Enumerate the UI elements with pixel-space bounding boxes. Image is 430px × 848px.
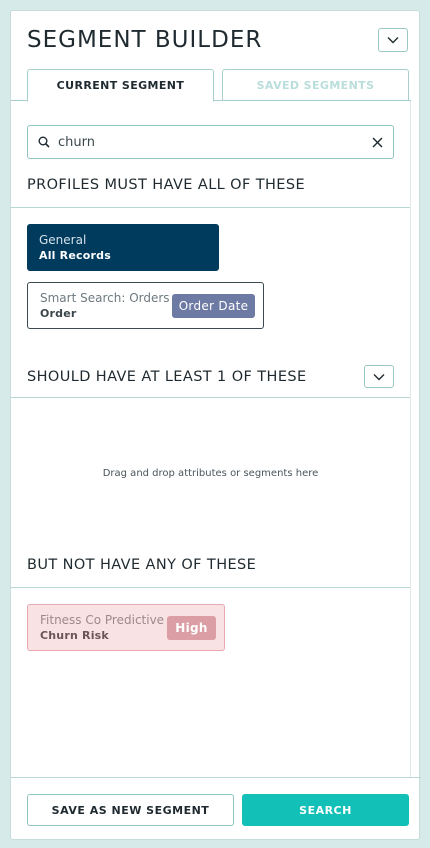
scrollbar[interactable]	[410, 101, 411, 777]
chevron-down-icon	[373, 373, 385, 380]
search-input[interactable]	[58, 132, 358, 152]
tab-saved-segments[interactable]: SAVED SEGMENTS	[222, 69, 409, 101]
dropzone-placeholder[interactable]: Drag and drop attributes or segments her…	[11, 468, 410, 479]
order-date-pill[interactable]: Order Date	[172, 294, 255, 318]
segment-card-orders[interactable]: Smart Search: Orders Order Order Date	[27, 282, 264, 329]
page-title: SEGMENT BUILDER	[27, 27, 263, 53]
collapse-should-button[interactable]	[364, 365, 394, 388]
segment-card-churn-risk[interactable]: Fitness Co Predictive Churn Risk High	[27, 604, 225, 651]
save-as-new-segment-button[interactable]: SAVE AS NEW SEGMENT	[27, 794, 234, 826]
section-title-must: PROFILES MUST HAVE ALL OF THESE	[27, 177, 306, 193]
segment-card-general[interactable]: General All Records	[27, 224, 219, 271]
section-title-should: SHOULD HAVE AT LEAST 1 OF THESE	[27, 369, 307, 385]
search-box	[27, 125, 394, 159]
section-title-not: BUT NOT HAVE ANY OF THESE	[27, 557, 257, 573]
tab-bar: CURRENT SEGMENT SAVED SEGMENTS	[27, 69, 409, 102]
card-attribute: All Records	[39, 248, 111, 262]
section-divider	[11, 207, 410, 208]
high-pill[interactable]: High	[167, 616, 216, 640]
chevron-down-icon	[387, 37, 399, 44]
tab-current-segment[interactable]: CURRENT SEGMENT	[27, 69, 214, 102]
section-divider	[11, 397, 410, 398]
segment-builder-panel: SEGMENT BUILDER CURRENT SEGMENT SAVED SE…	[10, 10, 421, 840]
footer-divider	[11, 777, 421, 778]
close-icon[interactable]	[372, 137, 383, 148]
card-category: General	[39, 232, 87, 247]
search-button[interactable]: SEARCH	[242, 794, 409, 826]
collapse-panel-button[interactable]	[378, 28, 408, 52]
section-divider	[11, 587, 410, 588]
search-icon	[38, 136, 50, 148]
